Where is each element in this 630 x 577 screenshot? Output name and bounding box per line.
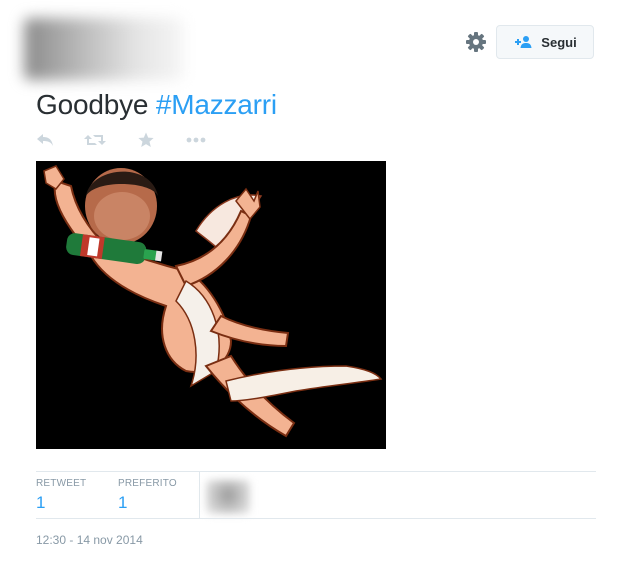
favoriter-avatar[interactable] bbox=[206, 480, 250, 514]
retweet-stat[interactable]: RETWEET 1 bbox=[36, 478, 86, 513]
hashtag-link[interactable]: #Mazzarri bbox=[156, 89, 277, 120]
favorite-count: 1 bbox=[118, 493, 128, 512]
favorite-label: PREFERITO bbox=[118, 478, 177, 489]
tweet-text: Goodbye #Mazzarri bbox=[36, 86, 277, 124]
tweet-actions bbox=[36, 130, 206, 150]
follow-button[interactable]: Segui bbox=[496, 25, 594, 59]
retweet-count: 1 bbox=[36, 493, 46, 512]
more-icon[interactable] bbox=[186, 137, 206, 143]
tweet-text-plain: Goodbye bbox=[36, 89, 156, 120]
favorite-stat[interactable]: PREFERITO 1 bbox=[118, 478, 177, 513]
stats-separator bbox=[199, 472, 200, 518]
gear-icon[interactable] bbox=[464, 30, 488, 54]
retweet-label: RETWEET bbox=[36, 478, 87, 489]
follow-label: Segui bbox=[541, 34, 577, 50]
stats-top-divider bbox=[36, 471, 596, 472]
tweet-media-image[interactable] bbox=[36, 161, 386, 449]
add-user-icon bbox=[513, 35, 533, 49]
favorite-icon[interactable] bbox=[138, 132, 154, 148]
author-avatar[interactable] bbox=[24, 18, 184, 80]
retweet-icon[interactable] bbox=[84, 133, 106, 147]
reply-icon[interactable] bbox=[36, 133, 54, 147]
tweet-timestamp[interactable]: 12:30 - 14 nov 2014 bbox=[36, 533, 143, 547]
stats-bottom-divider bbox=[36, 518, 596, 519]
